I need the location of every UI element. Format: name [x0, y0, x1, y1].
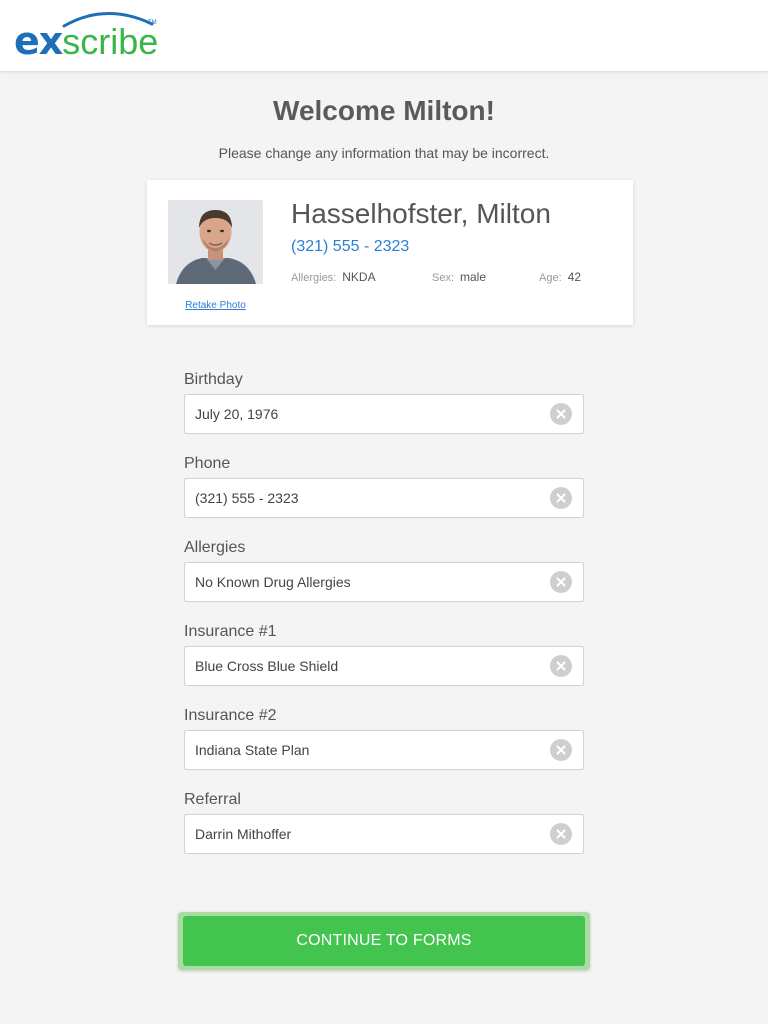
clear-icon[interactable]	[550, 403, 572, 425]
patient-photo	[168, 200, 263, 284]
allergies-input[interactable]: No Known Drug Allergies	[184, 562, 584, 602]
patient-sex: Sex: male	[432, 270, 486, 284]
birthday-label: Birthday	[184, 371, 243, 388]
allergies-label: Allergies:	[291, 272, 337, 284]
insurance2-input[interactable]: Indiana State Plan	[184, 730, 584, 770]
phone-input[interactable]: (321) 555 - 2323	[184, 478, 584, 518]
birthday-field: Birthday July 20, 1976	[184, 370, 584, 434]
patient-age: Age: 42	[539, 270, 581, 284]
continue-button-frame: CONTINUE TO FORMS	[178, 912, 590, 970]
app-header: exscribe TM	[0, 0, 768, 72]
clear-icon[interactable]	[550, 739, 572, 761]
insurance1-field: Insurance #1 Blue Cross Blue Shield	[184, 622, 584, 686]
insurance1-input[interactable]: Blue Cross Blue Shield	[184, 646, 584, 686]
logo-ex-text: ex	[14, 19, 63, 63]
insurance2-label: Insurance #2	[184, 707, 277, 724]
phone-value: (321) 555 - 2323	[195, 490, 299, 506]
phone-field: Phone (321) 555 - 2323	[184, 454, 584, 518]
allergies-field-label: Allergies	[184, 539, 246, 556]
retake-photo-link[interactable]: Retake Photo	[168, 300, 263, 311]
logo-trademark: TM	[148, 20, 157, 26]
patient-name: Hasselhofster, Milton	[291, 198, 551, 229]
insurance2-value: Indiana State Plan	[195, 742, 310, 758]
continue-to-forms-button[interactable]: CONTINUE TO FORMS	[183, 916, 585, 966]
insurance1-value: Blue Cross Blue Shield	[195, 658, 339, 674]
allergies-value: NKDA	[342, 270, 376, 284]
patient-summary-card: Retake Photo Hasselhofster, Milton (321)…	[147, 180, 633, 325]
exscribe-logo: exscribe TM	[14, 8, 160, 64]
birthday-input[interactable]: July 20, 1976	[184, 394, 584, 434]
sex-value: male	[460, 270, 487, 284]
page-subtitle: Please change any information that may b…	[218, 145, 550, 161]
referral-value: Darrin Mithoffer	[195, 826, 292, 842]
age-value: 42	[567, 270, 581, 284]
clear-icon[interactable]	[550, 571, 572, 593]
referral-input[interactable]: Darrin Mithoffer	[184, 814, 584, 854]
sex-label: Sex:	[432, 272, 455, 284]
logo-scribe-text: scribe	[62, 21, 159, 62]
referral-field: Referral Darrin Mithoffer	[184, 790, 584, 854]
allergies-field-value: No Known Drug Allergies	[195, 574, 351, 590]
insurance2-field: Insurance #2 Indiana State Plan	[184, 706, 584, 770]
clear-icon[interactable]	[550, 823, 572, 845]
referral-label: Referral	[184, 791, 241, 808]
clear-icon[interactable]	[550, 487, 572, 509]
birthday-value: July 20, 1976	[195, 406, 279, 422]
age-label: Age:	[539, 272, 562, 284]
allergies-field: Allergies No Known Drug Allergies	[184, 538, 584, 602]
patient-phone: (321) 555 - 2323	[291, 238, 410, 255]
page-title: Welcome Milton!	[273, 95, 495, 126]
phone-label: Phone	[184, 455, 231, 472]
insurance1-label: Insurance #1	[184, 623, 277, 640]
clear-icon[interactable]	[550, 655, 572, 677]
patient-allergies: Allergies: NKDA	[291, 270, 376, 284]
